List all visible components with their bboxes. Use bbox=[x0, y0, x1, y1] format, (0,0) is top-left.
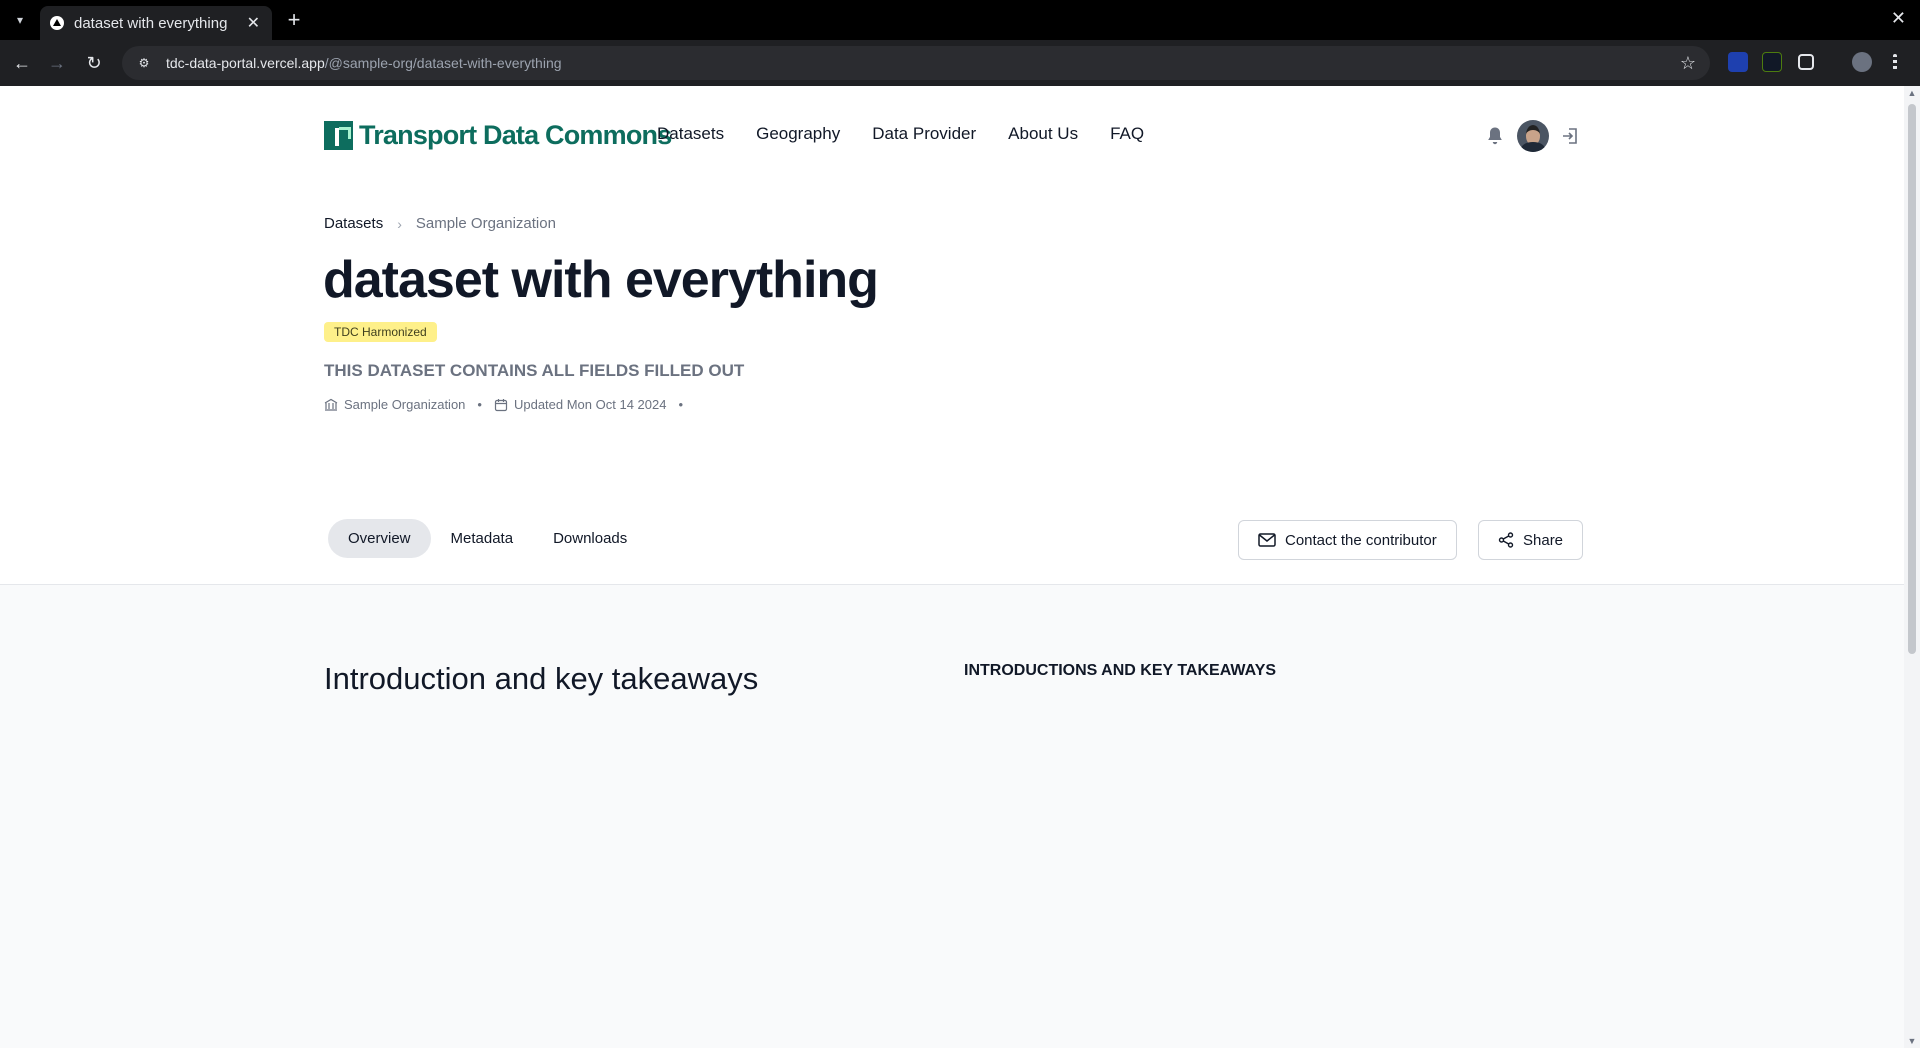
page-title: dataset with everything bbox=[323, 251, 879, 309]
contact-contributor-label: Contact the contributor bbox=[1285, 531, 1437, 549]
nav-about-us[interactable]: About Us bbox=[1008, 124, 1078, 144]
dataset-header-section bbox=[0, 86, 1904, 585]
meta-separator: • bbox=[678, 397, 684, 412]
tab-overview[interactable]: Overview bbox=[328, 519, 431, 558]
site-logo[interactable]: Transport Data Commons bbox=[324, 120, 672, 151]
page-scrollbar[interactable]: ▲ ▼ bbox=[1904, 86, 1920, 1048]
browser-tabstrip: ▾ dataset with everything ✕ + ✕ bbox=[0, 0, 1920, 40]
nav-datasets[interactable]: Datasets bbox=[657, 124, 724, 144]
browser-toolbar: ← → ↻ ⚙ tdc-data-portal.vercel.app/@samp… bbox=[0, 40, 1920, 86]
logo-text: Transport Data Commons bbox=[359, 120, 672, 150]
bell-icon[interactable] bbox=[1486, 126, 1504, 146]
dataset-meta: Sample Organization • Updated Mon Oct 14… bbox=[324, 397, 695, 412]
calendar-icon bbox=[494, 398, 508, 411]
browser-menu-icon[interactable] bbox=[1893, 54, 1897, 70]
url-host: tdc-data-portal.vercel.app bbox=[166, 55, 325, 71]
share-label: Share bbox=[1523, 531, 1564, 549]
breadcrumb-datasets[interactable]: Datasets bbox=[324, 215, 383, 232]
meta-separator: • bbox=[477, 397, 482, 412]
dataset-subtitle: THIS DATASET CONTAINS ALL FIELDS FILLED … bbox=[324, 361, 745, 380]
extensions-puzzle-icon[interactable] bbox=[1798, 54, 1814, 70]
tab-metadata[interactable]: Metadata bbox=[431, 519, 534, 558]
nav-data-provider[interactable]: Data Provider bbox=[872, 124, 976, 144]
extension-shield-icon[interactable] bbox=[1728, 52, 1748, 72]
address-bar[interactable]: ⚙ tdc-data-portal.vercel.app/@sample-org… bbox=[122, 46, 1710, 80]
breadcrumb: Datasets › Sample Organization bbox=[324, 215, 556, 232]
building-icon bbox=[324, 398, 338, 411]
overview-heading: Introduction and key takeaways bbox=[324, 661, 759, 696]
profile-avatar-icon[interactable] bbox=[1852, 52, 1872, 72]
back-arrow-icon[interactable]: ← bbox=[11, 52, 33, 74]
reload-icon[interactable]: ↻ bbox=[83, 52, 105, 74]
tab-downloads[interactable]: Downloads bbox=[533, 519, 647, 558]
chevron-right-icon: › bbox=[397, 215, 402, 232]
scroll-thumb[interactable] bbox=[1908, 104, 1916, 654]
meta-organization[interactable]: Sample Organization bbox=[344, 397, 465, 412]
vercel-favicon-icon bbox=[50, 16, 64, 30]
main-nav: Datasets Geography Data Provider About U… bbox=[657, 124, 1144, 144]
tab-list-chevron-icon[interactable]: ▾ bbox=[8, 8, 32, 32]
user-avatar[interactable] bbox=[1517, 120, 1549, 152]
nav-faq[interactable]: FAQ bbox=[1110, 124, 1144, 144]
bookmark-star-icon[interactable]: ☆ bbox=[1680, 53, 1696, 74]
overview-side-heading: INTRODUCTIONS AND KEY TAKEAWAYS bbox=[964, 662, 1277, 679]
dataset-tabs: Overview Metadata Downloads bbox=[328, 519, 647, 558]
contact-contributor-button[interactable]: Contact the contributor bbox=[1238, 520, 1457, 560]
logo-mark-icon bbox=[324, 121, 353, 150]
share-icon bbox=[1498, 532, 1514, 548]
site-settings-icon[interactable]: ⚙ bbox=[136, 55, 152, 71]
tab-title: dataset with everything bbox=[74, 14, 228, 32]
scroll-down-icon[interactable]: ▼ bbox=[1907, 1036, 1917, 1046]
new-tab-plus-icon[interactable]: + bbox=[282, 7, 306, 32]
window-close-icon[interactable]: ✕ bbox=[1891, 8, 1906, 29]
url-path: /@sample-org/dataset-with-everything bbox=[324, 55, 562, 71]
login-icon[interactable] bbox=[1561, 127, 1579, 145]
tab-close-icon[interactable]: ✕ bbox=[247, 13, 260, 33]
nav-geography[interactable]: Geography bbox=[756, 124, 840, 144]
forward-arrow-icon[interactable]: → bbox=[46, 52, 68, 74]
extension-chart-icon[interactable] bbox=[1762, 52, 1782, 72]
browser-tab[interactable]: dataset with everything ✕ bbox=[40, 6, 272, 40]
meta-updated: Updated Mon Oct 14 2024 bbox=[513, 397, 667, 412]
breadcrumb-organization[interactable]: Sample Organization bbox=[416, 215, 556, 232]
status-badge: TDC Harmonized bbox=[324, 322, 437, 342]
mail-icon bbox=[1258, 533, 1276, 547]
share-button[interactable]: Share bbox=[1478, 520, 1584, 560]
scroll-up-icon[interactable]: ▲ bbox=[1907, 88, 1917, 98]
